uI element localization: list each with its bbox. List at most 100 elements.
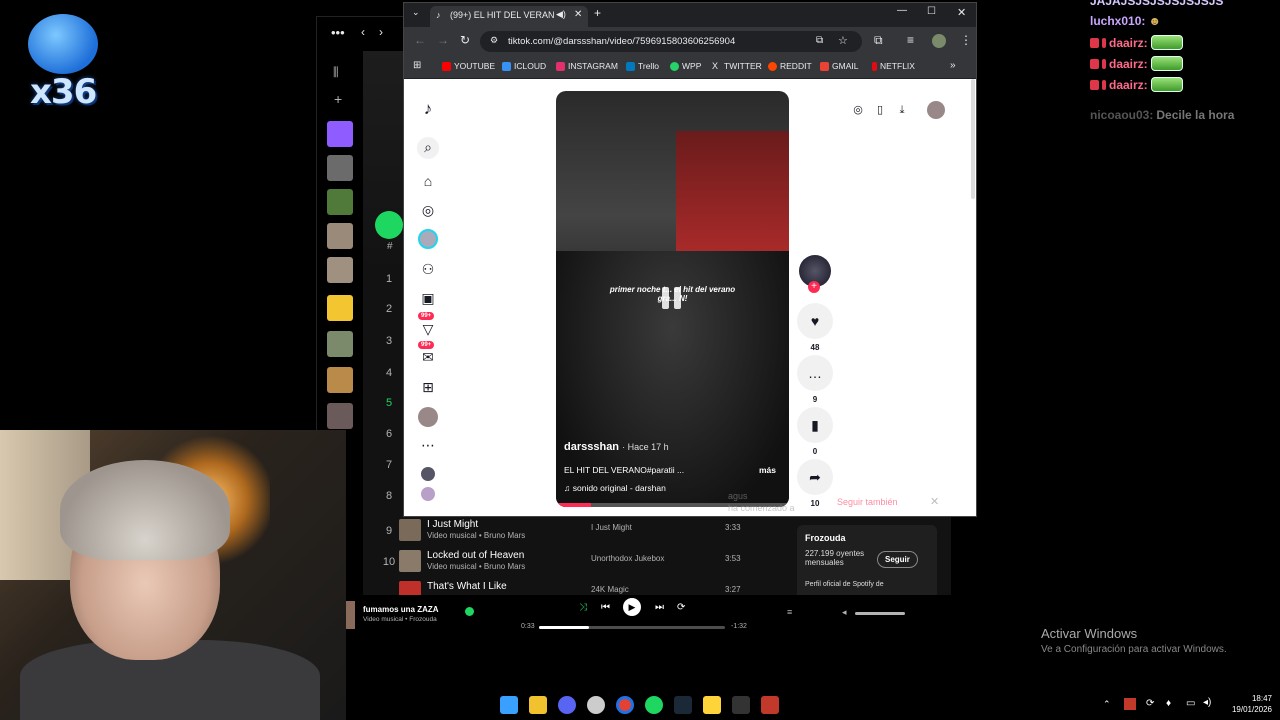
explore-icon[interactable]: ◎ bbox=[418, 200, 438, 220]
spotify-icon[interactable] bbox=[645, 696, 663, 714]
pause-icon[interactable] bbox=[660, 287, 684, 311]
bookmark-icloud[interactable]: ICLOUD bbox=[502, 61, 546, 71]
messages-icon[interactable]: ✉ bbox=[418, 347, 438, 367]
artist-name[interactable]: Frozouda bbox=[805, 533, 846, 543]
explore-icon[interactable]: ◎ bbox=[849, 101, 867, 119]
reload-icon[interactable]: ↻ bbox=[460, 33, 470, 47]
author-name[interactable]: darssshan bbox=[564, 441, 619, 453]
audio-icon[interactable]: ◀) bbox=[556, 9, 566, 20]
track-title[interactable]: Locked out of Heaven bbox=[427, 550, 524, 561]
tray-sync-icon[interactable]: ⟳ bbox=[1146, 698, 1154, 709]
follow-plus-icon[interactable]: + bbox=[808, 281, 820, 293]
playlist-thumb[interactable] bbox=[327, 367, 353, 393]
media-controls-icon[interactable]: ≡ bbox=[907, 33, 914, 47]
bookmark-netflix[interactable]: NETFLIX bbox=[872, 61, 915, 71]
previous-icon[interactable]: ⏮ bbox=[601, 602, 610, 613]
video-sound[interactable]: ♫ sonido original - darshan bbox=[564, 483, 666, 493]
app-icon[interactable] bbox=[587, 696, 605, 714]
track-row[interactable]: That's What I Like 24K Magic 3:27 bbox=[373, 581, 753, 595]
bookmark-wpp[interactable]: WPP bbox=[670, 61, 701, 71]
chrome-menu-icon[interactable]: ⋮ bbox=[960, 33, 972, 47]
repeat-icon[interactable]: ⟳ bbox=[677, 602, 685, 613]
file-explorer-icon[interactable] bbox=[529, 696, 547, 714]
playlist-thumb[interactable] bbox=[327, 189, 353, 215]
follow-back-button[interactable]: Seguir también bbox=[837, 497, 898, 507]
track-album[interactable]: Unorthodox Jukebox bbox=[591, 554, 664, 563]
saved-check-icon[interactable] bbox=[465, 607, 474, 616]
page-scrollbar[interactable] bbox=[971, 79, 975, 199]
new-tab-button[interactable]: + bbox=[594, 6, 601, 20]
discord-icon[interactable] bbox=[558, 696, 576, 714]
now-playing-title[interactable]: fumamos una ZAZA bbox=[363, 605, 439, 614]
device-icon[interactable]: ▯ bbox=[871, 101, 889, 119]
friends-icon[interactable]: ⚇ bbox=[418, 259, 438, 279]
profile-avatar[interactable] bbox=[927, 101, 945, 119]
library-icon[interactable]: ⫼ bbox=[333, 65, 339, 80]
track-album[interactable]: I Just Might bbox=[591, 523, 632, 532]
extensions-icon[interactable]: ⧉ bbox=[874, 33, 883, 48]
start-icon[interactable] bbox=[500, 696, 518, 714]
volume-icon[interactable]: ◂ bbox=[842, 607, 847, 618]
following-avatar[interactable] bbox=[418, 229, 438, 249]
minimize-icon[interactable]: — bbox=[897, 5, 907, 16]
more-icon[interactable]: ⋯ bbox=[418, 435, 438, 455]
close-icon[interactable]: ✕ bbox=[930, 495, 939, 508]
bookmark-star-icon[interactable]: ☆ bbox=[838, 34, 848, 47]
install-app-icon[interactable]: ⧉ bbox=[816, 35, 823, 46]
queue-icon[interactable]: ≡ bbox=[787, 607, 792, 617]
chrome-icon[interactable] bbox=[616, 696, 634, 714]
playlist-thumb[interactable] bbox=[327, 257, 353, 283]
forward-icon[interactable]: › bbox=[379, 25, 383, 39]
follow-artist-button[interactable]: Seguir bbox=[877, 551, 918, 568]
tiktok-logo-icon[interactable]: ♪ bbox=[418, 99, 438, 119]
address-bar[interactable]: ⚙ tiktok.com/@darssshan/video/7596915803… bbox=[480, 31, 862, 52]
obs-icon[interactable] bbox=[732, 696, 750, 714]
track-row[interactable]: 10 Locked out of Heaven Video musical • … bbox=[373, 550, 753, 578]
back-icon[interactable]: ‹ bbox=[361, 25, 365, 39]
play-button[interactable] bbox=[375, 211, 403, 239]
tray-overflow-icon[interactable]: ⌃ bbox=[1103, 699, 1111, 710]
profile-avatar[interactable] bbox=[932, 34, 946, 48]
apps-icon[interactable]: ⊞ bbox=[413, 60, 421, 71]
bookmark-reddit[interactable]: REDDIT bbox=[768, 61, 812, 71]
tab-search-icon[interactable]: ⌄ bbox=[412, 7, 420, 18]
save-button[interactable]: ▮ bbox=[797, 407, 833, 443]
bookmark-trello[interactable]: Trello bbox=[626, 61, 659, 71]
search-icon[interactable]: ⌕ bbox=[417, 137, 439, 159]
playlist-thumb[interactable] bbox=[327, 403, 353, 429]
share-button[interactable]: ➦ bbox=[797, 459, 833, 495]
following-account-avatar[interactable] bbox=[421, 487, 435, 501]
microphone-icon[interactable]: ♦ bbox=[1166, 698, 1171, 709]
profile-avatar[interactable] bbox=[418, 407, 438, 427]
bookmark-gmail[interactable]: GMAIL bbox=[820, 61, 858, 71]
download-icon[interactable]: ⤓ bbox=[893, 101, 911, 119]
voicemeeter-icon[interactable] bbox=[761, 696, 779, 714]
home-icon[interactable]: ⌂ bbox=[418, 171, 438, 191]
steam-icon[interactable] bbox=[674, 696, 692, 714]
network-icon[interactable]: ▭ bbox=[1186, 698, 1195, 709]
notes-icon[interactable] bbox=[703, 696, 721, 714]
next-icon[interactable]: ⏭ bbox=[655, 602, 664, 613]
track-row[interactable]: 9 I Just Might Video musical • Bruno Mar… bbox=[373, 519, 753, 547]
video-player[interactable]: primer noche t... el hit del verano gra.… bbox=[556, 91, 789, 507]
volume-icon[interactable]: ◂) bbox=[1203, 697, 1211, 708]
playlist-thumb[interactable] bbox=[327, 295, 353, 321]
track-album[interactable]: 24K Magic bbox=[591, 585, 629, 594]
bookmark-instagram[interactable]: INSTAGRAM bbox=[556, 61, 618, 71]
bookmark-youtube[interactable]: YOUTUBE bbox=[442, 61, 495, 71]
forward-icon[interactable]: → bbox=[437, 33, 449, 47]
more-caption-button[interactable]: más bbox=[759, 465, 776, 475]
seek-bar[interactable] bbox=[539, 626, 725, 629]
live-icon[interactable]: ▣ bbox=[418, 288, 438, 308]
video-author[interactable]: darssshan · Hace 17 h bbox=[564, 441, 669, 453]
playlist-thumb[interactable] bbox=[327, 223, 353, 249]
more-bookmarks-button[interactable]: » bbox=[950, 60, 956, 71]
tray-app-icon[interactable] bbox=[1124, 698, 1136, 710]
volume-slider[interactable] bbox=[855, 612, 905, 615]
track-title[interactable]: That's What I Like bbox=[427, 581, 507, 592]
back-icon[interactable]: ← bbox=[414, 33, 426, 47]
shuffle-icon[interactable]: ⤨ bbox=[579, 602, 587, 613]
play-pause-button[interactable]: ▶ bbox=[623, 598, 641, 616]
close-tab-icon[interactable]: ✕ bbox=[574, 9, 582, 20]
add-icon[interactable]: + bbox=[334, 91, 342, 107]
